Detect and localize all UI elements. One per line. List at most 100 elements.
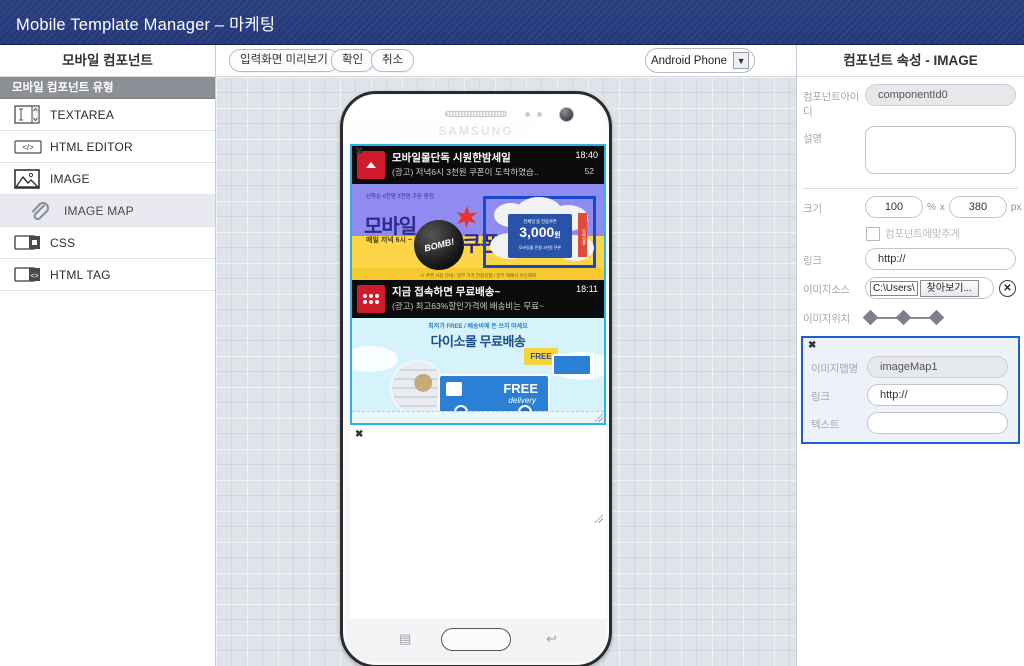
file-input[interactable]: C:\Users\ 찾아보기... xyxy=(865,277,994,299)
front-camera-icon xyxy=(559,107,574,122)
link-row: 링크 xyxy=(797,241,1024,270)
map-link-label: 링크 xyxy=(811,391,830,403)
cancel-button[interactable]: 취소 xyxy=(371,49,415,72)
close-icon[interactable]: ✖ xyxy=(808,340,816,351)
sensor-icon xyxy=(525,112,530,117)
map-text-label: 텍스트 xyxy=(811,419,840,431)
sidebar-item-html-editor[interactable]: </> HTML EDITOR xyxy=(0,131,215,163)
bomb-icon: BOMB! xyxy=(414,220,464,270)
sidebar-item-image-map[interactable]: IMAGE MAP xyxy=(0,195,215,227)
align-right-option[interactable] xyxy=(928,309,945,326)
description-label: 설명 xyxy=(803,133,822,145)
description-textarea[interactable] xyxy=(865,126,1016,174)
map-name-input xyxy=(867,356,1008,378)
phone-brand: SAMSUNG xyxy=(438,124,514,138)
notification-subtitle: (광고) 최고63%할인가격에 배송비는 무료~ xyxy=(392,301,545,311)
phone-screen: ✖ 모바일몰단독 시원한밤세일 (광고) 저녁6시 3천원 쿠폰이 도착하였습.… xyxy=(350,144,606,619)
phone-mockup: SAMSUNG ✖ 모바일몰단독 시원한밤세일 (광고) 저녁6시 3천원 쿠폰… xyxy=(340,91,612,666)
link-input[interactable] xyxy=(865,248,1016,270)
svg-text:</>: </> xyxy=(22,143,34,152)
resize-handle[interactable] xyxy=(594,514,603,523)
truck-window xyxy=(446,382,462,396)
title-bar: Mobile Template Manager – 마케팅 xyxy=(0,0,1024,45)
map-text-input[interactable] xyxy=(867,412,1008,434)
map-text-row: 텍스트 xyxy=(805,406,1016,434)
fit-checkbox[interactable] xyxy=(866,226,880,241)
size-width-unit: % xyxy=(927,201,936,213)
resize-handle[interactable] xyxy=(594,413,603,422)
promo-banner-bottom: 최저가 FREE / 배송비에 돈 쓰지 마세요 다이소몰 무료배송 FREE … xyxy=(352,318,604,423)
canvas: SAMSUNG ✖ 모바일몰단독 시원한밤세일 (광고) 저녁6시 3천원 쿠폰… xyxy=(216,77,796,666)
notification-title: 지금 접속하면 무료배송~ xyxy=(392,286,501,298)
truck-free-text: FREE xyxy=(503,381,538,396)
app-root: Mobile Template Manager – 마케팅 모바일 컴포넌트 모… xyxy=(0,0,1024,666)
banner-top-text: 최저가 FREE / 배송비에 돈 쓰지 마세요 xyxy=(428,324,528,330)
image-icon xyxy=(14,168,44,189)
preview-button[interactable]: 입력화면 미리보기 xyxy=(229,49,339,72)
description-row: 설명 xyxy=(797,119,1024,179)
image-source-row: 이미지소스 C:\Users\ 찾아보기... ✕ xyxy=(797,270,1024,299)
app-title: Mobile Template Manager – 마케팅 xyxy=(16,16,276,34)
notification-time: 18:40 xyxy=(575,150,598,160)
map-name-label: 이미지맵명 xyxy=(811,363,858,375)
coupon-amount: 3,000 xyxy=(519,224,555,240)
sidebar-item-textarea[interactable]: TEXTAREA xyxy=(0,99,215,131)
component-id-input xyxy=(865,84,1016,106)
image-map-panel: ✖ 이미지맵명 링크 텍스트 xyxy=(801,336,1020,444)
sidebar-item-label: HTML EDITOR xyxy=(50,139,133,154)
component-id-row: 컴포넌트아이디 xyxy=(797,77,1024,119)
svg-text:<>: <> xyxy=(30,273,38,280)
empty-component[interactable]: ✖ xyxy=(350,427,606,526)
map-link-row: 링크 xyxy=(805,378,1016,406)
align-center-option[interactable] xyxy=(895,309,912,326)
banner-small-text: 선착순 6천명 3천원 쿠폰 증정 xyxy=(366,194,434,200)
sidebar-item-label: IMAGE xyxy=(50,171,90,186)
component-id-label: 컴포넌트아이디 xyxy=(803,91,860,118)
notification-subtitle: (광고) 저녁6시 3천원 쿠폰이 도착하였습.. xyxy=(392,167,539,177)
notification-row: 모바일몰단독 시원한밤세일 (광고) 저녁6시 3천원 쿠폰이 도착하였습.. … xyxy=(352,146,604,184)
sidebar-item-label: CSS xyxy=(50,235,76,250)
bomb-text: BOMB! xyxy=(422,236,456,254)
image-position-row: 이미지위치 xyxy=(797,299,1024,326)
promo-banner-top: 선착순 6천명 3천원 쿠폰 증정 모바일 매일 저녁 6시 ~ 12시 BOM… xyxy=(352,184,604,280)
link-label: 링크 xyxy=(803,255,822,267)
image-map-region[interactable]: 모바일몰 전채널 중 전용쿠폰 3,000원 모바일몰 전용 3천원 쿠폰 xyxy=(483,196,596,268)
sidebar-item-html-tag[interactable]: <> HTML TAG xyxy=(0,259,215,291)
close-icon[interactable]: ✖ xyxy=(355,430,363,440)
image-component[interactable]: ✖ 모바일몰단독 시원한밤세일 (광고) 저녁6시 3천원 쿠폰이 도착하였습.… xyxy=(350,144,606,425)
browse-button[interactable]: 찾아보기... xyxy=(919,279,979,297)
sidebar: 모바일 컴포넌트 모바일 컴포넌트 유형 TEXTAREA </> HTML E… xyxy=(0,45,216,666)
size-times: x xyxy=(939,201,945,213)
map-link-input[interactable] xyxy=(867,384,1008,406)
truck-delivery-text: delivery xyxy=(508,396,536,405)
sidebar-item-label: TEXTAREA xyxy=(50,107,115,122)
paperclip-icon xyxy=(28,200,58,222)
banner-title: 다이소몰 무료배송 xyxy=(430,334,526,349)
image-source-label: 이미지소스 xyxy=(803,284,850,296)
sidebar-item-image[interactable]: IMAGE xyxy=(0,163,215,195)
map-name-row: 이미지맵명 xyxy=(805,342,1016,378)
clear-image-icon[interactable]: ✕ xyxy=(999,279,1016,297)
speaker-grille-icon xyxy=(445,111,507,117)
home-button[interactable] xyxy=(441,628,511,651)
sidebar-item-css[interactable]: CSS xyxy=(0,227,215,259)
size-width-input[interactable] xyxy=(865,196,923,218)
small-truck-icon xyxy=(552,354,592,376)
coupon-unit: 원 xyxy=(554,232,561,239)
sidebar-section-header: 모바일 컴포넌트 유형 xyxy=(0,77,215,99)
banner-headline: 모바일 xyxy=(364,216,417,238)
banner-footer-note: ※ 쿠폰 사용 안내 : 일부 가격 한정상품 / 일부 택배사 수신제외 xyxy=(420,273,536,278)
confirm-button[interactable]: 확인 xyxy=(331,49,375,72)
properties-panel: 컴포넌트 속성 - IMAGE 컴포넌트아이디 설명 크기 % x xyxy=(796,45,1024,666)
close-icon[interactable]: ✖ xyxy=(355,147,363,157)
back-key-icon[interactable]: ↩ xyxy=(546,631,557,647)
size-row: 크기 % x px 컴포넌트에맞추게 xyxy=(797,189,1024,241)
delivery-truck-icon: FREE delivery xyxy=(438,374,550,419)
device-select[interactable]: Android Phone ▼ xyxy=(645,48,755,73)
file-path-text: C:\Users\ xyxy=(870,280,918,296)
menu-key-icon[interactable]: ▤ xyxy=(399,631,411,647)
sender-logo-icon xyxy=(357,285,385,313)
align-left-option[interactable] xyxy=(862,309,879,326)
sidebar-item-label: HTML TAG xyxy=(50,267,111,282)
size-height-input[interactable] xyxy=(948,196,1007,218)
